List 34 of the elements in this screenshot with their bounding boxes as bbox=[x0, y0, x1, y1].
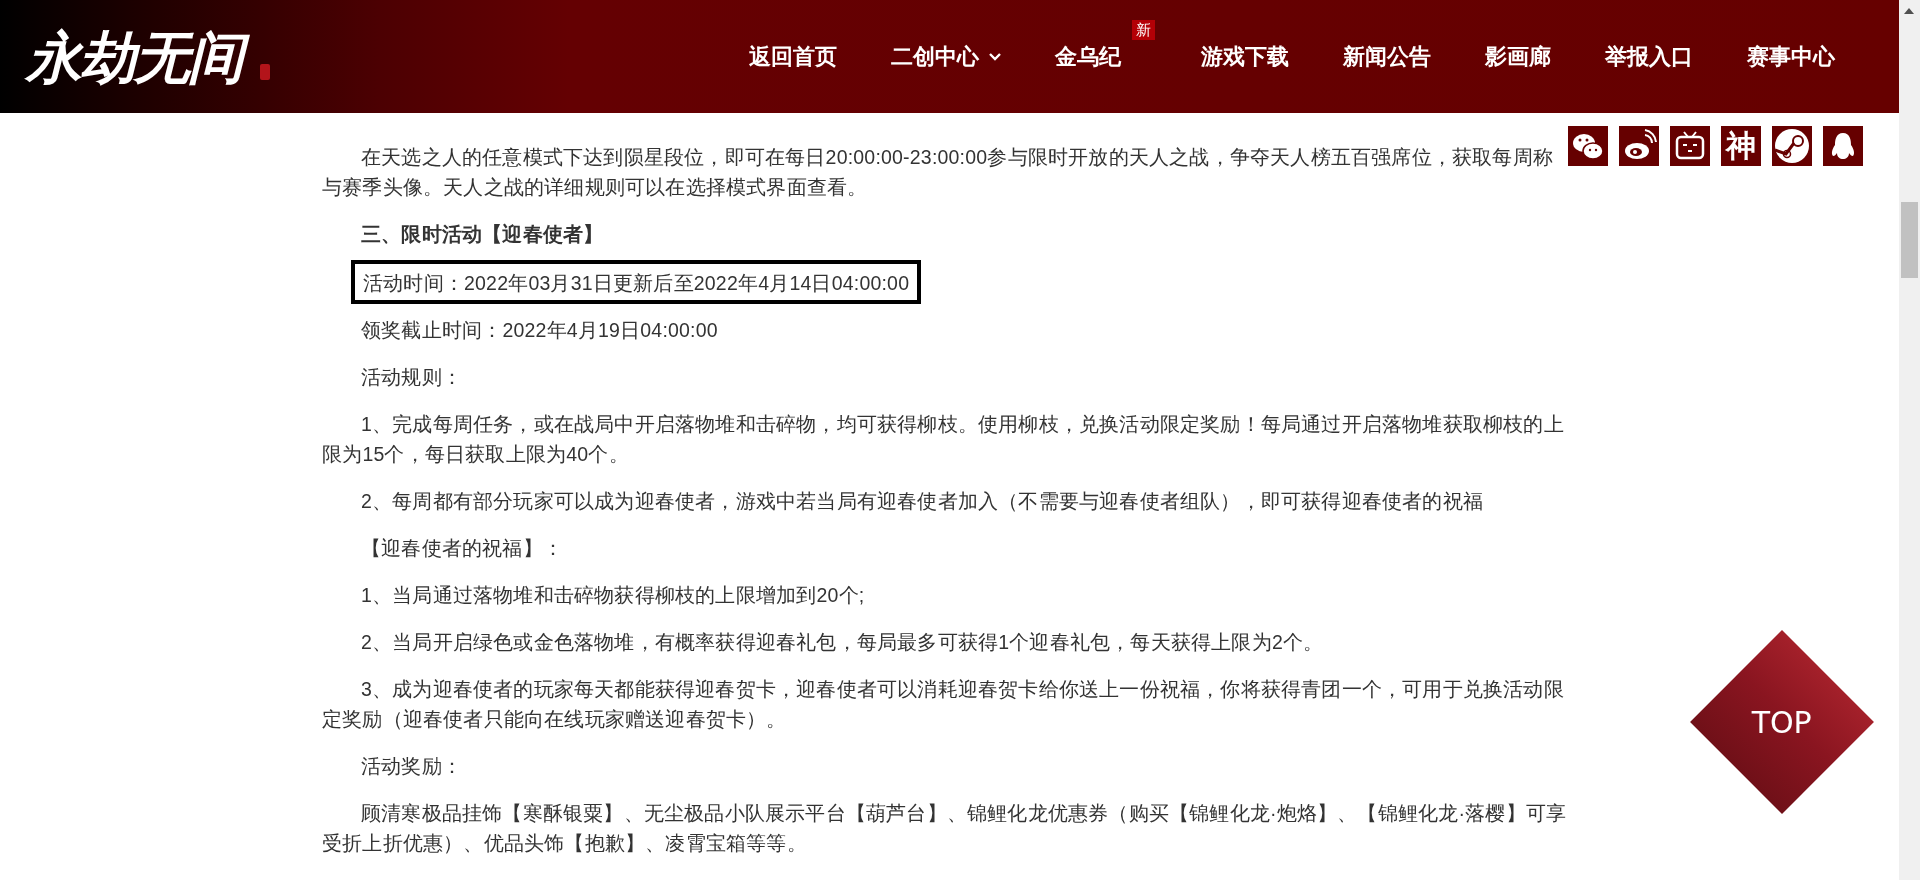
nav-link[interactable]: 返回首页 bbox=[749, 41, 837, 72]
nav-link[interactable]: 游戏下载 bbox=[1201, 41, 1289, 72]
paragraph: 2、当局开启绿色或金色落物堆，有概率获得迎春礼包，每局最多可获得1个迎春礼包，每天获得上限为2个。 bbox=[360, 630, 1325, 655]
paragraph-line: 与赛季头像。天人之战的详细规则可以在选择模式界面查看。 bbox=[322, 175, 869, 200]
highlighted-text: 活动时间：2022年03月31日更新后至2022年4月14日04:00:00 bbox=[351, 260, 922, 304]
nav-link[interactable]: 二创中心 bbox=[891, 41, 1001, 72]
steam-icon[interactable] bbox=[1772, 126, 1812, 166]
nav-link[interactable]: 影画廊 bbox=[1485, 41, 1551, 72]
tv-icon[interactable] bbox=[1670, 126, 1710, 166]
back-to-top-button[interactable]: TOP bbox=[1690, 630, 1874, 814]
paragraph: 活动奖励： bbox=[360, 754, 463, 779]
scrollbar[interactable] bbox=[1899, 0, 1920, 880]
chat-icon[interactable] bbox=[1568, 126, 1608, 166]
scrollbar-thumb[interactable] bbox=[1901, 202, 1918, 278]
seal-icon bbox=[260, 63, 270, 80]
paragraph: 1、当局通过落物堆和击碎物获得柳枝的上限增加到20个; bbox=[360, 583, 866, 608]
nav-link[interactable]: 举报入口 bbox=[1605, 41, 1693, 72]
paragraph: 3、成为迎春使者的玩家每天都能获得迎春贺卡，迎春使者可以消耗迎春贺卡给你送上一份祝福，你将获得青团一个，可用于兑换活动限定奖励（迎春使者只能向在线玩家赠送迎春贺卡）。 bbox=[322, 677, 1565, 732]
new-badge: 新 bbox=[1132, 19, 1155, 40]
paragraph-line: 在天选之人的任意模式下达到陨星段位，即可在每日20:00:00-23:00:00参与限时开放的天人之战，争夺天人榜五百强席位，获取每周称 bbox=[360, 145, 1554, 170]
paragraph: 活动规则： bbox=[360, 365, 463, 390]
eye-signal-icon[interactable] bbox=[1619, 126, 1659, 166]
scroll-up-arrow-icon[interactable] bbox=[1904, 8, 1914, 14]
paragraph: 2、每周都有部分玩家可以成为迎春使者，游戏中若当局有迎春使者加入（不需要与迎春使者组队），即可获得迎春使者的祝福 bbox=[360, 489, 1485, 514]
section-heading: 三、限时活动【迎春使者】 bbox=[360, 222, 605, 247]
paragraph: 领奖截止时间：2022年4月19日04:00:00 bbox=[360, 318, 719, 343]
logo[interactable]: 永劫无间 bbox=[22, 11, 256, 102]
penguin-icon[interactable] bbox=[1823, 126, 1863, 166]
glyph-icon[interactable]: 神 bbox=[1721, 126, 1761, 166]
nav-link[interactable]: 新闻公告 bbox=[1343, 41, 1431, 72]
nav-link[interactable]: 赛事中心 bbox=[1747, 41, 1835, 72]
paragraph: 顾清寒极品挂饰【寒酥银粟】、无尘极品小队展示平台【葫芦台】、锦鲤化龙优惠券（购买【锦鲤化龙·炮烙】、【锦鲤化龙·落樱】可享受折上折优惠）、优品头饰【抱歉】、凌霄宝箱等等。 bbox=[322, 801, 1568, 856]
paragraph: 【迎春使者的祝福】： bbox=[360, 536, 564, 561]
paragraph: 1、完成每周任务，或在战局中开启落物堆和击碎物，均可获得柳枝。使用柳枝，兑换活动限定奖励！每局通过开启落物堆获取柳枝的上限为15个，每日获取上限为40个。 bbox=[322, 412, 1565, 467]
